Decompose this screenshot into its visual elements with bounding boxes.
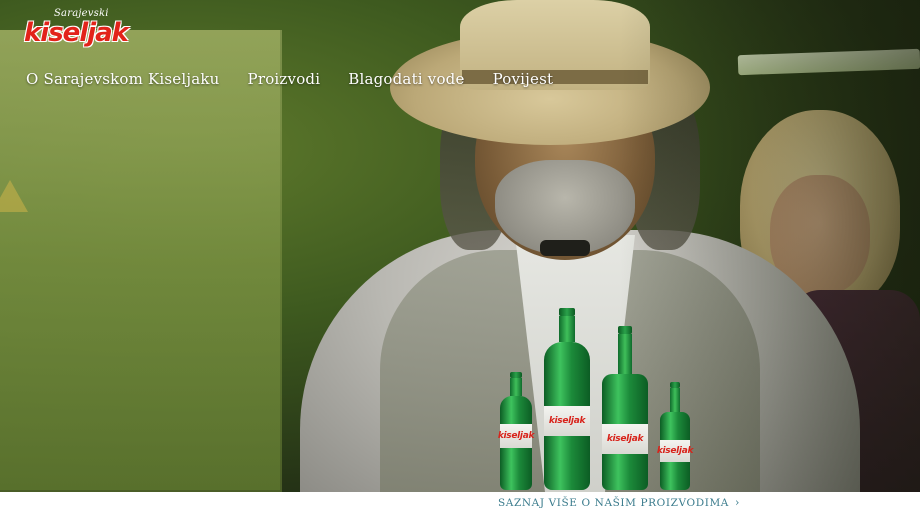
main-nav: O Sarajevskom Kiseljaku Proizvodi Blagod…	[26, 70, 553, 88]
chevron-right-icon: ›	[735, 496, 740, 509]
nav-item-povijest[interactable]: Povijest	[493, 70, 554, 88]
bottle-large: kiseljak	[544, 308, 590, 490]
product-bottles[interactable]: kiseljak kiseljak kiseljak kiseljak	[498, 300, 698, 490]
bottle-label: kiseljak	[602, 424, 648, 454]
bottle-glass-large: kiseljak	[602, 326, 648, 490]
bottle-label: kiseljak	[657, 440, 693, 462]
bottle-label: kiseljak	[498, 424, 534, 448]
bottle-label: kiseljak	[544, 406, 590, 436]
learn-more-products-link[interactable]: Saznaj više o našim proizvodima ›	[498, 496, 740, 509]
brand-logo[interactable]: Sarajevski kiseljak	[24, 8, 129, 54]
learn-more-label: Saznaj više o našim proizvodima	[498, 497, 729, 509]
nav-item-proizvodi[interactable]: Proizvodi	[248, 70, 321, 88]
nav-item-blagodati-vode[interactable]: Blagodati vode	[348, 70, 464, 88]
bottle-glass-small: kiseljak	[657, 382, 693, 490]
logo-wordmark: kiseljak	[24, 18, 129, 48]
star-decoration	[0, 180, 28, 212]
bottle-small: kiseljak	[498, 372, 534, 490]
bow-tie	[540, 240, 590, 256]
nav-item-o-sarajevskom-kiseljaku[interactable]: O Sarajevskom Kiseljaku	[26, 70, 220, 88]
